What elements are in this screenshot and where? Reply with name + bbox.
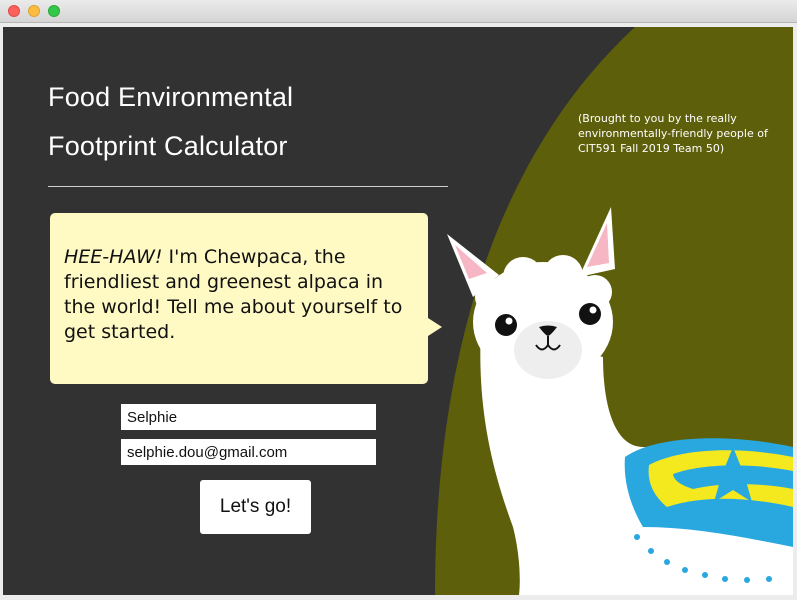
close-button[interactable]	[8, 5, 20, 17]
credit-text: (Brought to you by the really environmen…	[578, 112, 768, 155]
minimize-button[interactable]	[28, 5, 40, 17]
page-title-line-1: Food Environmental	[48, 82, 294, 112]
speech-bubble-tail	[428, 318, 442, 336]
app-window: Food Environmental Footprint Calculator …	[0, 0, 797, 600]
title-divider	[48, 186, 448, 187]
speech-bubble: HEE-HAW! I'm Chewpaca, the friendliest a…	[50, 213, 428, 384]
email-input[interactable]	[121, 439, 376, 465]
main-panel: Food Environmental Footprint Calculator …	[3, 27, 793, 595]
lets-go-button[interactable]: Let's go!	[200, 480, 311, 534]
name-input[interactable]	[121, 404, 376, 430]
title-bar	[0, 0, 797, 23]
speech-exclamation: HEE-HAW!	[64, 246, 163, 268]
page-title-line-2: Footprint Calculator	[48, 131, 288, 161]
zoom-button[interactable]	[48, 5, 60, 17]
